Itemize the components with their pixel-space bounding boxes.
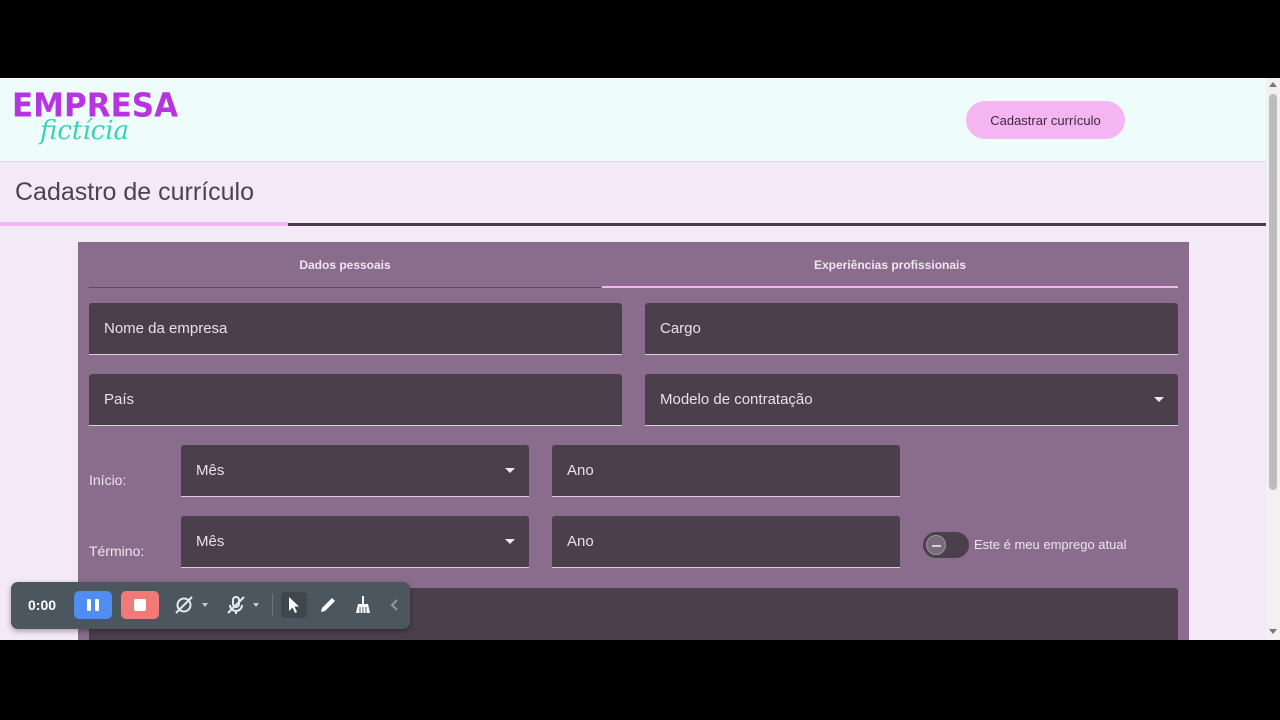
scroll-down-arrow-icon[interactable] — [1269, 629, 1277, 634]
company-name-field[interactable]: Nome da empresa — [89, 303, 622, 355]
role-placeholder: Cargo — [660, 320, 701, 337]
chevron-down-icon — [1154, 397, 1164, 402]
camera-off-icon[interactable] — [172, 593, 196, 617]
microphone-off-icon[interactable] — [224, 593, 248, 617]
end-year-placeholder: Ano — [567, 533, 594, 550]
pointer-tool-button[interactable] — [281, 592, 307, 618]
broom-eraser-icon[interactable] — [351, 593, 375, 617]
microphone-options-dropdown-icon[interactable] — [253, 603, 259, 607]
pause-icon — [87, 599, 91, 611]
title-underline-accent — [0, 222, 288, 226]
chevron-down-icon — [505, 539, 515, 544]
screen-recorder-toolbar: 0:00 — [11, 582, 410, 629]
camera-options-dropdown-icon[interactable] — [202, 603, 208, 607]
contract-model-placeholder: Modelo de contratação — [660, 391, 813, 408]
current-job-label: Este é meu emprego atual — [974, 537, 1127, 552]
end-year-field[interactable]: Ano — [552, 516, 900, 568]
pencil-icon[interactable] — [316, 593, 340, 617]
logo-script: fictícia — [40, 116, 130, 146]
country-field[interactable]: País — [89, 374, 622, 426]
recording-timer: 0:00 — [28, 597, 57, 613]
contract-model-select[interactable]: Modelo de contratação — [645, 374, 1178, 426]
tab-professional-experience[interactable]: Experiências profissionais — [602, 242, 1178, 288]
start-year-placeholder: Ano — [567, 462, 594, 479]
collapse-chevron-left-icon[interactable] — [387, 593, 403, 617]
stop-icon — [134, 599, 146, 611]
end-month-select[interactable]: Mês — [181, 516, 529, 568]
page-title: Cadastro de currículo — [15, 178, 255, 206]
company-name-placeholder: Nome da empresa — [104, 320, 228, 337]
role-field[interactable]: Cargo — [645, 303, 1178, 355]
stop-button[interactable] — [121, 591, 159, 619]
end-label: Término: — [89, 543, 145, 559]
start-label: Início: — [89, 472, 127, 488]
site-header: EMPRESA fictícia Cadastrar currículo — [0, 78, 1266, 162]
cursor-arrow-icon — [289, 597, 299, 613]
resume-form-card: Dados pessoais Experiências profissionai… — [78, 242, 1189, 640]
tab-personal-data[interactable]: Dados pessoais — [89, 242, 601, 288]
start-month-select[interactable]: Mês — [181, 445, 529, 497]
title-underline — [288, 223, 1266, 226]
current-job-toggle[interactable] — [923, 532, 969, 558]
company-logo[interactable]: EMPRESA fictícia — [12, 87, 178, 156]
start-month-placeholder: Mês — [196, 462, 225, 479]
browser-viewport: EMPRESA fictícia Cadastrar currículo Cad… — [0, 78, 1280, 640]
chevron-down-icon — [505, 468, 515, 473]
scrollbar-thumb[interactable] — [1269, 94, 1277, 490]
pause-button[interactable] — [74, 591, 112, 619]
scroll-up-arrow-icon[interactable] — [1269, 82, 1277, 87]
country-placeholder: País — [104, 391, 135, 408]
toggle-knob — [926, 535, 946, 555]
vertical-scrollbar[interactable] — [1266, 78, 1280, 640]
pause-icon-bar — [95, 599, 99, 611]
register-resume-button[interactable]: Cadastrar currículo — [966, 101, 1125, 139]
toolbar-divider — [272, 594, 273, 616]
start-year-field[interactable]: Ano — [552, 445, 900, 497]
end-month-placeholder: Mês — [196, 533, 225, 550]
